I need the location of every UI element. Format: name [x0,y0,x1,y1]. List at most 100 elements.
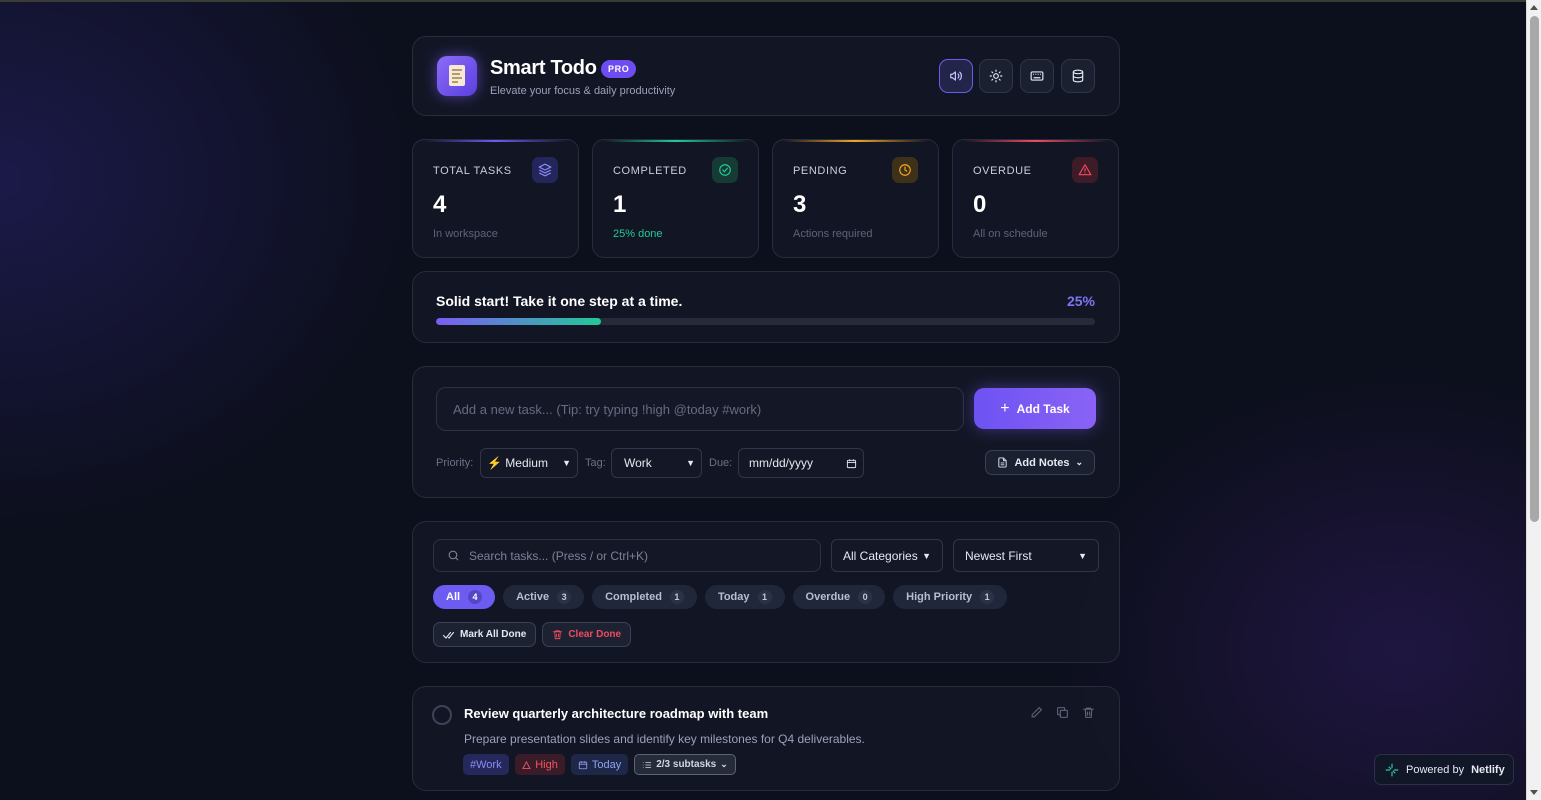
search-icon [448,550,459,561]
chip-count: 1 [669,590,684,604]
search-input[interactable]: Search tasks... (Press / or Ctrl+K) [433,539,821,572]
stat-label: PENDING [793,165,848,177]
tag-label: Tag: [585,457,606,469]
add-task-card: + Add Task Priority: ⚡ Medium ▼ Tag: Wor… [412,366,1120,498]
subtasks-text: 2/3 subtasks [656,759,717,770]
sound-toggle-button[interactable] [939,59,973,93]
duplicate-icon[interactable] [1056,706,1069,719]
priority-value: ⚡ Medium [487,456,548,470]
filter-chip-active[interactable]: Active 3 [503,585,585,609]
new-task-input[interactable] [436,387,964,431]
task-item: Review quarterly architecture roadmap wi… [412,686,1120,791]
stat-card-pending: PENDING 3 Actions required [772,139,939,258]
list-icon [643,761,652,768]
chevron-down-icon: ▼ [922,550,931,561]
stat-value: 4 [433,191,447,218]
clock-icon [892,157,918,183]
keyboard-icon [1030,71,1044,81]
scrollbar-thumb[interactable] [1530,16,1539,522]
edit-icon[interactable] [1030,706,1043,719]
tag-select[interactable]: Work ▼ [611,448,702,478]
chevron-down-icon: ▼ [562,458,571,468]
chip-label: Overdue [805,591,851,603]
clear-done-button[interactable]: Clear Done [542,622,632,647]
task-tags: #Work 🜂 High Today 2/3 subtasks ⌄ [463,754,736,775]
delete-icon[interactable] [1082,706,1095,719]
progress-track [436,318,1095,325]
stat-card-total: TOTAL TASKS 4 In workspace [412,139,579,258]
task-actions [1030,706,1095,719]
filter-chip-today[interactable]: Today 1 [704,585,785,609]
trash-icon [553,630,563,640]
stat-card-overdue: OVERDUE 0 All on schedule [952,139,1119,258]
data-storage-button[interactable] [1061,59,1095,93]
sound-icon [950,71,962,81]
page-scrollbar[interactable] [1526,0,1541,800]
add-task-button[interactable]: + Add Task [974,388,1096,429]
scroll-up-arrow-icon[interactable] [1530,5,1538,10]
mark-all-done-label: Mark All Done [460,629,527,640]
document-icon [998,457,1008,468]
chevron-down-icon: ▼ [686,458,695,468]
check-circle-icon [712,157,738,183]
stat-label: OVERDUE [973,165,1032,177]
chip-label: Today [717,591,750,603]
filter-chip-all[interactable]: All 4 [433,585,496,609]
pro-badge: PRO [601,60,637,78]
add-notes-label: Add Notes [1014,456,1070,469]
due-label: Due: [709,457,733,469]
keyboard-shortcuts-button[interactable] [1020,59,1054,93]
chip-label: Completed [605,591,662,603]
filter-chip-completed[interactable]: Completed 1 [592,585,697,609]
add-notes-button[interactable]: Add Notes ⌄ [985,450,1095,475]
filter-chips: All 4 Active 3 Completed 1 Today 1 Overdue 0 … [433,585,1008,609]
stat-sub: In workspace [433,228,498,240]
chip-label: High Priority [906,591,973,603]
search-placeholder: Search tasks... (Press / or Ctrl+K) [469,548,649,563]
stat-value: 1 [613,191,627,218]
stat-value: 3 [793,191,807,218]
priority-select[interactable]: ⚡ Medium ▼ [480,448,578,478]
category-select[interactable]: All Categories ▼ [831,539,943,572]
filter-chip-overdue[interactable]: Overdue 0 [792,585,886,609]
task-due-badge: Today [570,754,629,775]
chip-count: 1 [757,590,772,604]
task-complete-checkbox[interactable] [432,705,452,725]
progress-percent: 25% [1066,293,1095,309]
plus-icon: + [1000,399,1010,417]
double-check-icon [443,631,455,639]
chip-label: Active [516,591,550,603]
bulk-actions: Mark All Done Clear Done [433,622,632,647]
theme-toggle-button[interactable] [979,59,1013,93]
flame-icon: 🜂 [521,759,532,772]
due-date-input[interactable]: mm/dd/yyyy [738,448,864,478]
progress-message: Solid start! Take it one step at a time. [436,293,683,309]
scroll-down-arrow-icon[interactable] [1530,790,1538,795]
task-priority-badge: 🜂 High [514,754,565,775]
stat-sub: All on schedule [973,228,1048,240]
subtasks-toggle[interactable]: 2/3 subtasks ⌄ [634,754,736,775]
add-task-label: Add Task [1016,401,1070,416]
filter-card: Search tasks... (Press / or Ctrl+K) All … [412,521,1120,663]
calendar-icon [578,760,588,769]
priority-label: Priority: [436,457,474,469]
sort-select[interactable]: Newest First ▼ [953,539,1099,572]
due-date-value: mm/dd/yyyy [749,456,814,470]
app-header: Smart Todo PRO Elevate your focus & dail… [412,36,1120,116]
mark-all-done-button[interactable]: Mark All Done [433,622,537,647]
filter-chip-high-priority[interactable]: High Priority 1 [893,585,1008,609]
stat-sub: Actions required [793,228,873,240]
task-title[interactable]: Review quarterly architecture roadmap wi… [464,706,768,721]
chip-count: 3 [557,590,572,604]
chevron-down-icon: ▼ [1078,550,1087,561]
calendar-icon [846,458,857,468]
stat-label: COMPLETED [613,165,687,177]
netlify-logo-icon [1385,763,1399,776]
chip-count: 1 [980,590,995,604]
due-text: Today [591,758,622,771]
stat-label: TOTAL TASKS [433,165,512,177]
chip-count: 0 [858,590,873,604]
task-description: Prepare presentation slides and identify… [464,732,865,746]
chevron-down-icon: ⌄ [720,759,728,769]
powered-by-netlify-badge[interactable]: Powered by Netlify [1374,754,1514,785]
